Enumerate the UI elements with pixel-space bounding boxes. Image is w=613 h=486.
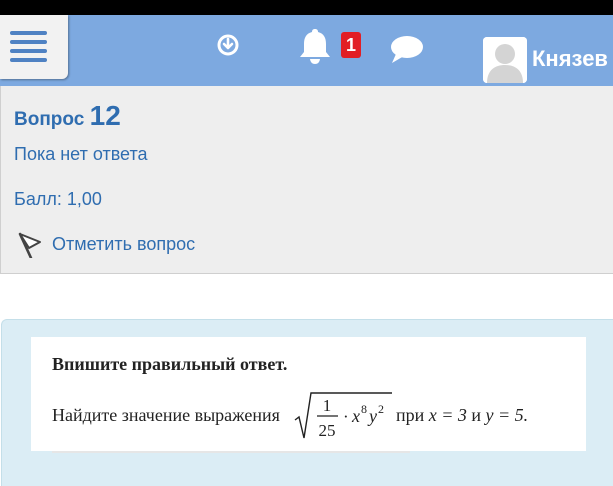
- user-avatar[interactable]: [483, 37, 527, 83]
- menu-bar-icon: [10, 58, 47, 62]
- question-number-heading: Вопрос 12: [14, 100, 121, 132]
- formula-conditions: при x = 3 и y = 5.: [396, 405, 528, 426]
- y-value: y = 5.: [485, 405, 529, 425]
- word-at: при: [396, 405, 425, 425]
- math-formula: 1 25 · x 8 y 2: [294, 392, 392, 440]
- notifications-bell-icon[interactable]: [298, 27, 332, 65]
- word-and: и: [471, 405, 482, 425]
- question-task-text: Найдите значение выражения: [52, 405, 280, 425]
- variable-x: x: [351, 406, 360, 426]
- download-icon[interactable]: [216, 33, 240, 57]
- question-number: 12: [89, 100, 121, 131]
- flag-question-icon-wrap[interactable]: [16, 230, 44, 260]
- multiply-operator: ·: [343, 407, 349, 426]
- question-label: Вопрос: [14, 109, 85, 130]
- variable-y: y: [367, 406, 377, 426]
- menu-bar-icon: [10, 31, 47, 35]
- question-instruction: Впишите правильный ответ.: [52, 354, 288, 374]
- fraction-numerator: 1: [323, 396, 332, 415]
- exponent-x: 8: [361, 402, 367, 416]
- top-navbar: 1 Князев: [0, 15, 613, 86]
- answer-divider: [52, 451, 410, 453]
- question-grade: Балл: 1,00: [14, 189, 102, 209]
- messages-chat-icon[interactable]: [389, 35, 425, 65]
- exponent-y: 2: [378, 402, 384, 416]
- flag-icon: [18, 232, 41, 260]
- menu-bar-icon: [10, 49, 47, 53]
- notification-badge: 1: [341, 32, 361, 58]
- status-bar: [0, 0, 613, 15]
- fraction-denominator: 25: [319, 421, 336, 440]
- x-value: x = 3: [428, 405, 467, 425]
- flag-question-link[interactable]: Отметить вопрос: [52, 234, 195, 255]
- username-label[interactable]: Князев: [532, 46, 608, 72]
- user-silhouette-icon: [483, 37, 527, 83]
- question-state: Пока нет ответа: [14, 144, 148, 164]
- menu-button[interactable]: [0, 15, 68, 79]
- menu-bar-icon: [10, 40, 47, 44]
